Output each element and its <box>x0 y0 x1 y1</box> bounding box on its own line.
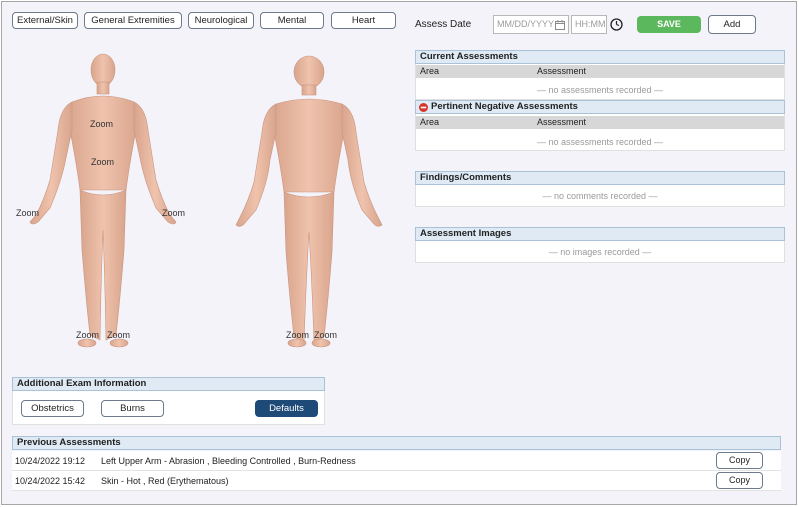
pertinent-negative-panel: Area Assessment — no assessments recorde… <box>415 114 785 151</box>
findings-panel: — no comments recorded — <box>415 185 785 207</box>
current-assessments-col-header: Area Assessment <box>416 65 784 78</box>
zoom-back-left-foot[interactable]: Zoom <box>286 330 309 340</box>
row-description: Skin - Hot , Red (Erythematous) <box>101 476 229 486</box>
zoom-front-left-foot[interactable]: Zoom <box>107 330 130 340</box>
defaults-button[interactable]: Defaults <box>255 400 318 417</box>
zoom-front-right-foot[interactable]: Zoom <box>76 330 99 340</box>
current-assessments-panel: Area Assessment — no assessments recorde… <box>415 64 785 100</box>
copy-button[interactable]: Copy <box>716 452 763 469</box>
burns-button[interactable]: Burns <box>101 400 164 417</box>
col-area: Area <box>420 117 440 127</box>
zoom-right-hand[interactable]: Zoom <box>16 208 39 218</box>
zoom-chest[interactable]: Zoom <box>90 119 113 129</box>
zoom-left-hand[interactable]: Zoom <box>162 208 185 218</box>
zoom-abdomen[interactable]: Zoom <box>91 157 114 167</box>
pertinent-negative-col-header: Area Assessment <box>416 116 784 129</box>
col-assessment: Assessment <box>537 66 587 76</box>
additional-exam-header: Additional Exam Information <box>12 377 325 391</box>
col-area: Area <box>420 66 440 76</box>
images-header: Assessment Images <box>415 227 785 241</box>
col-assessment: Assessment <box>537 117 587 127</box>
previous-assessments-header: Previous Assessments <box>12 436 781 450</box>
tab-mental[interactable]: Mental <box>260 12 324 29</box>
row-datetime: 10/24/2022 15:42 <box>15 476 86 486</box>
tab-neurological[interactable]: Neurological <box>188 12 254 29</box>
row-description: Left Upper Arm - Abrasion , Bleeding Con… <box>101 456 356 466</box>
body-diagram[interactable] <box>2 50 402 350</box>
date-placeholder: MM/DD/YYYY <box>497 19 555 29</box>
tab-heart[interactable]: Heart <box>331 12 396 29</box>
table-row: 10/24/2022 19:12 Left Upper Arm - Abrasi… <box>12 451 781 471</box>
pertinent-negative-header: Pertinent Negative Assessments <box>415 100 785 114</box>
findings-header: Findings/Comments <box>415 171 785 185</box>
table-row: 10/24/2022 15:42 Skin - Hot , Red (Eryth… <box>12 471 781 491</box>
clock-icon[interactable] <box>610 18 623 31</box>
assess-date-label: Assess Date <box>415 19 472 30</box>
save-button[interactable]: SAVE <box>637 16 701 33</box>
assess-date-input[interactable]: MM/DD/YYYY <box>493 15 569 34</box>
additional-exam-panel: Obstetrics Burns Defaults <box>12 391 325 425</box>
no-entry-icon <box>419 103 428 112</box>
findings-empty: — no comments recorded — <box>542 191 658 201</box>
tab-general-extremities[interactable]: General Extremities <box>84 12 182 29</box>
current-assessments-empty: — no assessments recorded — <box>536 85 664 95</box>
calendar-icon[interactable] <box>555 20 565 30</box>
add-button[interactable]: Add <box>708 15 756 34</box>
body-front-figure[interactable] <box>29 53 177 348</box>
pertinent-negative-title: Pertinent Negative Assessments <box>431 101 578 112</box>
images-empty: — no images recorded — <box>548 247 652 257</box>
tab-external-skin[interactable]: External/Skin <box>12 12 78 29</box>
obstetrics-button[interactable]: Obstetrics <box>21 400 84 417</box>
zoom-back-right-foot[interactable]: Zoom <box>314 330 337 340</box>
assessment-window: External/Skin General Extremities Neurol… <box>1 1 797 505</box>
pertinent-negative-empty: — no assessments recorded — <box>536 137 664 147</box>
current-assessments-header: Current Assessments <box>415 50 785 64</box>
assess-time-input[interactable]: HH:MM <box>571 15 607 34</box>
copy-button[interactable]: Copy <box>716 472 763 489</box>
row-datetime: 10/24/2022 19:12 <box>15 456 86 466</box>
images-panel: — no images recorded — <box>415 241 785 263</box>
body-back-figure[interactable] <box>235 55 383 348</box>
time-placeholder: HH:MM <box>575 19 606 29</box>
